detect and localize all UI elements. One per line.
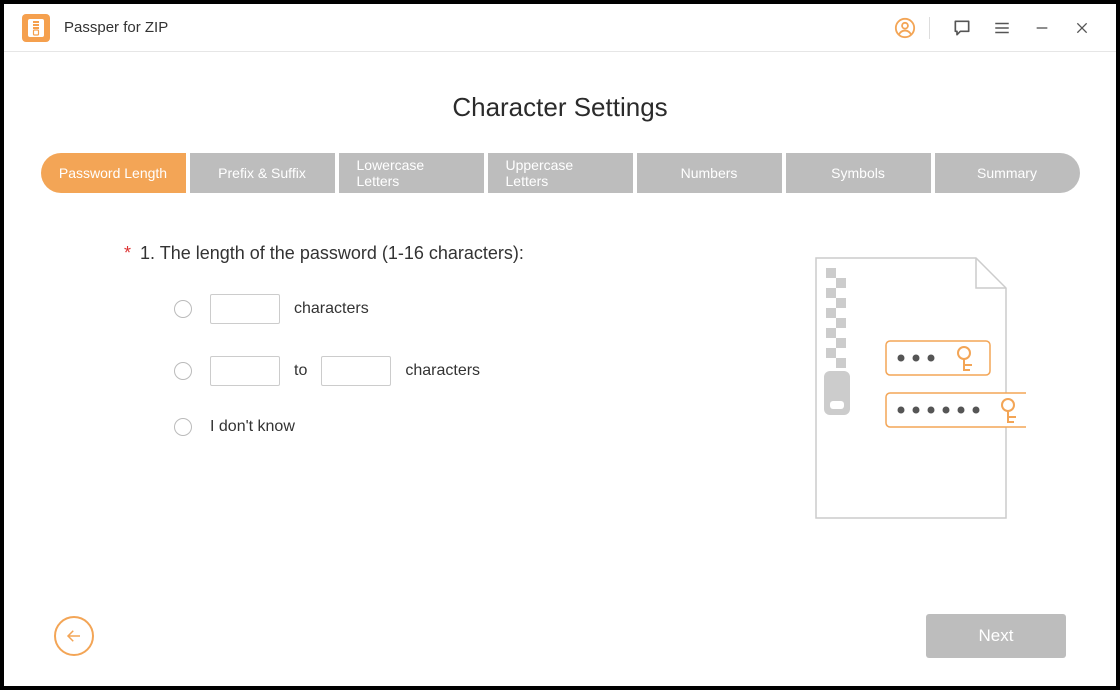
option-unknown: I don't know: [124, 418, 776, 436]
menu-icon[interactable]: [986, 12, 1018, 44]
required-mark: *: [124, 243, 131, 263]
tab-symbols[interactable]: Symbols: [786, 153, 931, 193]
account-icon[interactable]: [889, 12, 921, 44]
back-button[interactable]: [54, 616, 94, 656]
radio-unknown[interactable]: [174, 418, 192, 436]
exact-suffix: characters: [294, 300, 369, 318]
zip-file-icon: [28, 19, 44, 37]
radio-range[interactable]: [174, 362, 192, 380]
bottom-bar: Next: [4, 586, 1116, 686]
close-button[interactable]: [1066, 12, 1098, 44]
tab-strip: Password Length Prefix & Suffix Lowercas…: [64, 153, 1056, 193]
tab-uppercase[interactable]: Uppercase Letters: [488, 153, 633, 193]
tab-summary[interactable]: Summary: [935, 153, 1080, 193]
range-joiner: to: [294, 362, 307, 380]
range-suffix: characters: [405, 362, 480, 380]
arrow-left-icon: [65, 627, 83, 645]
option-range-length: to characters: [124, 356, 776, 386]
question-text: 1. The length of the password (1-16 char…: [140, 243, 524, 263]
minimize-button[interactable]: [1026, 12, 1058, 44]
title-bar: Passper for ZIP: [4, 4, 1116, 52]
question-column: * 1. The length of the password (1-16 ch…: [64, 243, 776, 533]
option-exact-length: characters: [124, 294, 776, 324]
feedback-icon[interactable]: [946, 12, 978, 44]
zip-password-illustration-icon: [806, 253, 1026, 533]
radio-exact[interactable]: [174, 300, 192, 318]
tab-numbers[interactable]: Numbers: [637, 153, 782, 193]
range-from-input[interactable]: [210, 356, 280, 386]
range-to-input[interactable]: [321, 356, 391, 386]
tab-lowercase[interactable]: Lowercase Letters: [339, 153, 484, 193]
app-title: Passper for ZIP: [64, 19, 168, 36]
question-prompt: * 1. The length of the password (1-16 ch…: [124, 243, 776, 264]
app-logo-icon: [22, 14, 50, 42]
tab-prefix-suffix[interactable]: Prefix & Suffix: [190, 153, 335, 193]
main-content: Character Settings Password Length Prefi…: [4, 52, 1116, 586]
exact-length-input[interactable]: [210, 294, 280, 324]
next-button[interactable]: Next: [926, 614, 1066, 658]
tab-password-length[interactable]: Password Length: [41, 153, 186, 193]
illustration-column: [776, 243, 1056, 533]
page-title: Character Settings: [64, 92, 1056, 123]
titlebar-separator: [929, 17, 930, 39]
unknown-label: I don't know: [210, 418, 295, 436]
question-area: * 1. The length of the password (1-16 ch…: [64, 243, 1056, 533]
app-window: Passper for ZIP Character Settings Passw…: [4, 4, 1116, 686]
